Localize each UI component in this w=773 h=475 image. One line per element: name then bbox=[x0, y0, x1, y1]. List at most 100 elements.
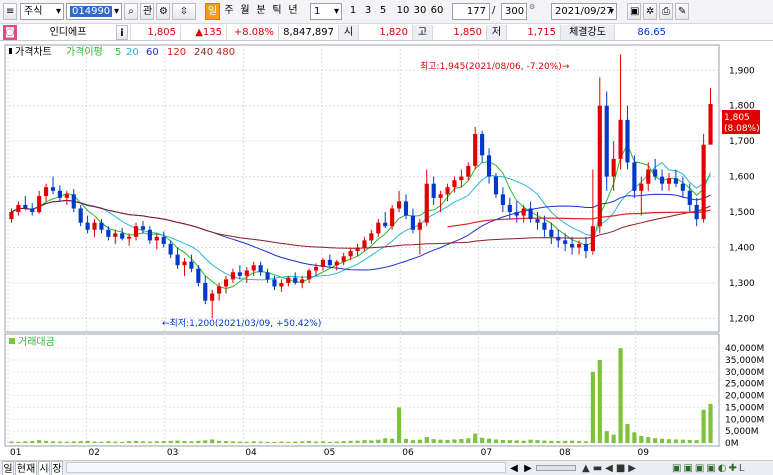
candle-body bbox=[556, 236, 561, 241]
candle-body bbox=[646, 169, 651, 184]
period-5-button[interactable]: 5 bbox=[377, 3, 389, 20]
bottom-tab-0[interactable]: 일 bbox=[2, 461, 14, 475]
scroll-track[interactable] bbox=[66, 462, 506, 473]
candle-body bbox=[154, 236, 159, 241]
candle-body bbox=[37, 196, 42, 213]
candle-body bbox=[71, 194, 76, 209]
candle-body bbox=[417, 222, 422, 230]
market-select[interactable]: 주식 ▾ bbox=[20, 3, 64, 20]
candle-body bbox=[473, 134, 478, 166]
volume-bar bbox=[43, 440, 49, 443]
yearly-button[interactable]: 년 bbox=[286, 3, 300, 20]
gear-icon[interactable]: ✲ bbox=[643, 3, 657, 20]
settings-icon[interactable]: ⚙ bbox=[156, 3, 170, 20]
candle-body bbox=[313, 266, 319, 271]
count-input[interactable]: 177 bbox=[452, 3, 490, 20]
gwan-button[interactable]: 관 bbox=[140, 3, 154, 20]
volume-bar bbox=[452, 439, 457, 443]
zoom-controls-icon[interactable]: ▲▬◀■▶ bbox=[582, 461, 672, 475]
volume-bar bbox=[286, 441, 291, 443]
volume-bar bbox=[140, 441, 146, 443]
x-tick-label: 04 bbox=[245, 448, 257, 458]
candle-body bbox=[175, 254, 180, 266]
candle-body bbox=[210, 293, 215, 301]
period-10-button[interactable]: 10 bbox=[394, 3, 412, 20]
bottom-tab-2[interactable]: 시 bbox=[38, 461, 50, 475]
period-60-button[interactable]: 60 bbox=[428, 3, 446, 20]
flag-icon[interactable]: ◙ bbox=[3, 25, 17, 40]
current-price: 1,805 bbox=[130, 25, 180, 40]
print-icon[interactable]: ⎙ bbox=[659, 3, 673, 20]
period-30-button[interactable]: 30 bbox=[411, 3, 429, 20]
volume-bar bbox=[542, 440, 547, 443]
volume-bar bbox=[438, 439, 443, 443]
scroll-left-icon[interactable]: ◀ bbox=[508, 461, 520, 475]
settings-icon[interactable]: ⚙ bbox=[529, 3, 543, 20]
period-3-button[interactable]: 3 bbox=[362, 3, 374, 20]
candle-body bbox=[203, 282, 208, 301]
volume-bar bbox=[334, 441, 339, 443]
weekly-button[interactable]: 주 bbox=[222, 3, 236, 20]
price-chart[interactable]: 1,9001,8001,7001,6001,5001,4001,3001,200… bbox=[0, 41, 773, 460]
volume-bar bbox=[466, 438, 471, 443]
save-icon[interactable]: ▣ bbox=[627, 3, 641, 20]
daily-button[interactable]: 일 bbox=[205, 3, 220, 20]
volume-bar bbox=[410, 440, 415, 443]
candle-body bbox=[50, 187, 56, 191]
x-tick-label: 02 bbox=[88, 448, 99, 458]
zoom-slider[interactable] bbox=[536, 465, 576, 471]
volume-bar bbox=[244, 441, 249, 443]
open-label: 시 bbox=[338, 25, 358, 40]
candle-body bbox=[237, 272, 242, 276]
view-tools-icon[interactable]: ▣▣▣▣◐✚L bbox=[672, 461, 772, 475]
x-tick-label: 08 bbox=[559, 448, 571, 458]
stock-code-input[interactable]: 014990 ▾ bbox=[66, 3, 122, 20]
candle-body bbox=[514, 212, 519, 216]
candle-body bbox=[182, 261, 187, 266]
candle-body bbox=[327, 259, 332, 266]
candle-body bbox=[480, 134, 485, 156]
candle-body bbox=[576, 243, 582, 248]
volume-bar bbox=[687, 439, 692, 443]
stepper-icon[interactable]: ⇳ bbox=[172, 3, 196, 20]
volume-bar bbox=[133, 440, 139, 443]
candle-body bbox=[708, 103, 713, 145]
period-select[interactable]: 1 ▾ bbox=[310, 3, 342, 20]
candle-body bbox=[272, 279, 277, 287]
volume-bar bbox=[507, 440, 512, 443]
candle-body bbox=[362, 240, 367, 248]
menu-icon[interactable]: ≡ bbox=[3, 3, 17, 20]
info-button[interactable]: i bbox=[116, 25, 128, 40]
tool-icon[interactable]: ✎ bbox=[675, 3, 689, 20]
volume-bar bbox=[535, 440, 540, 443]
annotation-low: ←최저:1,200(2021/03/09, +50.42%) bbox=[162, 318, 321, 329]
chart-area[interactable]: 1,900 1,800 1,700 1,600 1,500 1,400 1,300 1,200… bbox=[0, 41, 773, 460]
total-input[interactable]: 300 bbox=[501, 3, 527, 20]
volume-y-tick-label: 20,000M bbox=[725, 392, 764, 402]
date-input[interactable]: 2021/09/27 ▾ bbox=[551, 3, 617, 20]
volume-bar bbox=[9, 441, 14, 443]
legend-ma480: 480 bbox=[216, 47, 235, 58]
candle-body bbox=[369, 233, 374, 241]
volume-bar bbox=[500, 439, 505, 443]
legend-ma5: 5 bbox=[115, 47, 121, 58]
tick-button[interactable]: 틱 bbox=[270, 3, 284, 20]
candle-body bbox=[168, 243, 173, 255]
volume-bar bbox=[147, 441, 152, 443]
scroll-right-icon[interactable]: ▶ bbox=[522, 461, 534, 475]
monthly-button[interactable]: 월 bbox=[238, 3, 252, 20]
y-tick-label: 1,700 bbox=[729, 137, 755, 147]
minute-button[interactable]: 분 bbox=[254, 3, 268, 20]
volume-bar bbox=[23, 441, 28, 443]
period-1-button[interactable]: 1 bbox=[347, 3, 359, 20]
bottom-tab-1[interactable]: 현재 bbox=[15, 461, 37, 475]
candle-body bbox=[355, 247, 360, 252]
x-tick-label: 03 bbox=[167, 448, 178, 458]
candle-body bbox=[251, 265, 256, 271]
volume-bar bbox=[258, 441, 263, 443]
bottom-tab-3[interactable]: 장 bbox=[51, 461, 63, 475]
volume-bar bbox=[666, 439, 672, 443]
volume-bar bbox=[673, 439, 679, 443]
volume-bar bbox=[604, 431, 609, 443]
search-icon[interactable]: ⌕ bbox=[124, 3, 138, 20]
